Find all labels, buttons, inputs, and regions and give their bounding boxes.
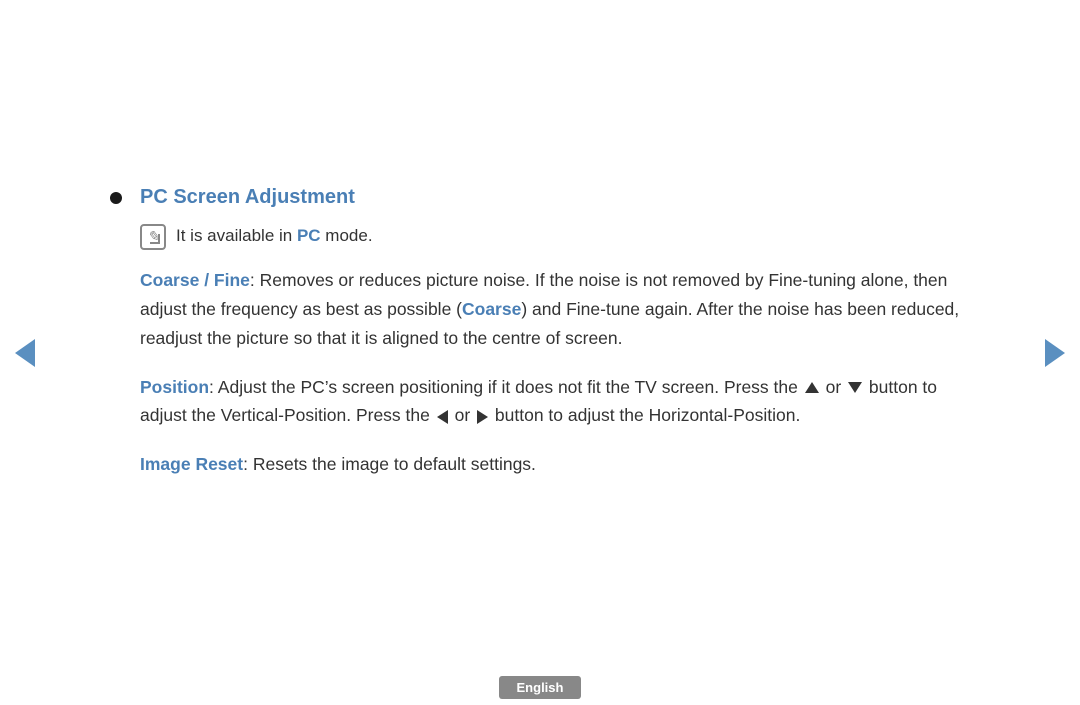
bullet-item: PC Screen Adjustment ✎ It is available i… — [110, 186, 970, 499]
section-title: PC Screen Adjustment — [140, 186, 970, 209]
coarse-link: Coarse — [462, 299, 521, 319]
note-text-before: It is available in — [176, 226, 297, 245]
pencil-icon: ✎ — [147, 228, 159, 245]
right-arrow-btn-icon — [477, 410, 488, 424]
coarse-fine-paragraph: Coarse / Fine: Removes or reduces pictur… — [140, 266, 970, 353]
content-area: PC Screen Adjustment ✎ It is available i… — [110, 146, 970, 559]
footer-bar: English — [0, 669, 1080, 705]
left-arrow-icon — [15, 339, 35, 367]
down-arrow-icon — [848, 382, 862, 393]
note-icon: ✎ — [140, 224, 166, 250]
page-container: PC Screen Adjustment ✎ It is available i… — [0, 0, 1080, 705]
note-text: It is available in PC mode. — [176, 223, 373, 249]
position-text1: Adjust the PC’s screen positioning if it… — [214, 377, 803, 397]
image-reset-paragraph: Image Reset: Resets the image to default… — [140, 450, 970, 479]
bullet-dot — [110, 192, 122, 204]
bullet-content: PC Screen Adjustment ✎ It is available i… — [140, 186, 970, 499]
left-nav-button[interactable] — [10, 328, 40, 378]
image-reset-text: Resets the image to default settings. — [248, 454, 536, 474]
note-highlight: PC — [297, 226, 321, 245]
note-block: ✎ It is available in PC mode. — [140, 223, 970, 250]
note-text-after: mode. — [321, 226, 373, 245]
language-badge: English — [499, 676, 582, 699]
position-term: Position — [140, 377, 209, 397]
left-arrow-btn-icon — [437, 410, 448, 424]
right-arrow-icon — [1045, 339, 1065, 367]
up-arrow-icon — [805, 382, 819, 393]
position-text2: or — [821, 377, 846, 397]
position-paragraph: Position: Adjust the PC’s screen positio… — [140, 373, 970, 431]
image-reset-term: Image Reset — [140, 454, 243, 474]
position-text4: or — [450, 405, 475, 425]
position-text5: button to adjust the Horizontal-Position… — [490, 405, 800, 425]
right-nav-button[interactable] — [1040, 328, 1070, 378]
coarse-fine-term: Coarse / Fine — [140, 270, 250, 290]
